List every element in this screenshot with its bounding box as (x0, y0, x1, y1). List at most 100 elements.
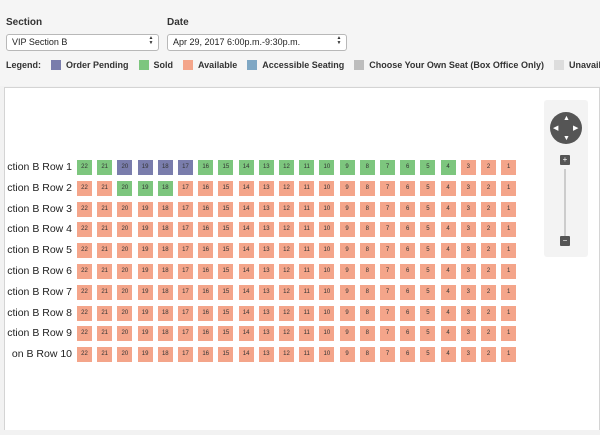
seat-available[interactable]: 5 (420, 180, 436, 196)
seat-available[interactable]: 16 (198, 347, 214, 363)
seat-available[interactable]: 14 (238, 305, 254, 321)
seat-available[interactable]: 20 (117, 326, 133, 342)
seat-available[interactable]: 4 (440, 305, 456, 321)
seat-available[interactable]: 10 (319, 305, 335, 321)
seat-available[interactable]: 12 (279, 222, 294, 238)
seat-available[interactable]: 6 (400, 326, 416, 342)
seat-available[interactable]: 3 (460, 201, 476, 217)
seat-available[interactable]: 3 (460, 347, 476, 363)
seat-available[interactable]: 19 (137, 326, 153, 342)
seat-available[interactable]: 9 (339, 305, 355, 321)
seat-available[interactable]: 9 (339, 243, 355, 259)
seat-available[interactable]: 8 (359, 284, 375, 300)
seat-available[interactable]: 10 (319, 284, 335, 300)
seat-available[interactable]: 17 (178, 284, 193, 300)
seat-available[interactable]: 13 (258, 284, 274, 300)
seat-available[interactable]: 17 (178, 180, 193, 196)
seat-available[interactable]: 13 (258, 264, 274, 279)
seat-available[interactable]: 10 (319, 201, 335, 217)
seat-available[interactable]: 7 (380, 264, 395, 279)
seat-available[interactable]: 7 (380, 201, 395, 217)
seat-available[interactable]: 8 (359, 201, 375, 217)
seat-available[interactable]: 1 (501, 243, 517, 259)
seat-available[interactable]: 16 (198, 243, 214, 259)
seat-available[interactable]: 2 (481, 243, 496, 259)
seat-available[interactable]: 3 (460, 222, 476, 238)
seat-available[interactable]: 2 (481, 160, 496, 175)
seat-map[interactable]: ▲ ▼ ◀ ▶ + − ction B Row 1 22 21 20 19 18 17 16 1… (4, 87, 600, 432)
seat-available[interactable]: 4 (440, 347, 456, 363)
seat-available[interactable]: 13 (258, 243, 274, 259)
seat-available[interactable]: 20 (117, 305, 133, 321)
seat-available[interactable]: 4 (440, 222, 456, 238)
seat-available[interactable]: 7 (380, 305, 395, 321)
seat-available[interactable]: 1 (501, 284, 517, 300)
seat-available[interactable]: 21 (97, 180, 113, 196)
seat-available[interactable]: 2 (481, 305, 496, 321)
seat-available[interactable]: 1 (501, 264, 517, 279)
seat-available[interactable]: 6 (400, 222, 416, 238)
seat-available[interactable]: 15 (218, 243, 234, 259)
seat-available[interactable]: 10 (319, 264, 335, 279)
pan-arrows-icon[interactable]: ▲ ▼ ◀ ▶ (550, 112, 582, 144)
seat-available[interactable]: 3 (460, 305, 476, 321)
seat-available[interactable]: 22 (77, 347, 92, 363)
seat-available[interactable]: 19 (137, 284, 153, 300)
seat-available[interactable]: 2 (481, 326, 496, 342)
seat-available[interactable]: 3 (460, 284, 476, 300)
seat-available[interactable]: 18 (157, 305, 173, 321)
seat-available[interactable]: 14 (238, 243, 254, 259)
seat-available[interactable]: 16 (198, 284, 214, 300)
seat-available[interactable]: 9 (339, 180, 355, 196)
seat-available[interactable]: 21 (97, 326, 113, 342)
seat-available[interactable]: 19 (137, 347, 153, 363)
seat-available[interactable]: 17 (178, 264, 193, 279)
seat-available[interactable]: 17 (178, 201, 193, 217)
seat-available[interactable]: 2 (481, 284, 496, 300)
seat-available[interactable]: 20 (117, 222, 133, 238)
seat-available[interactable]: 5 (420, 347, 436, 363)
seat-available[interactable]: 17 (178, 347, 193, 363)
seat-available[interactable]: 10 (319, 222, 335, 238)
seat-available[interactable]: 11 (299, 326, 315, 342)
seat-available[interactable]: 4 (440, 180, 456, 196)
seat-available[interactable]: 1 (501, 180, 517, 196)
seat-available[interactable]: 16 (198, 201, 214, 217)
seat-available[interactable]: 11 (299, 264, 315, 279)
seat-available[interactable]: 18 (157, 284, 173, 300)
seat-available[interactable]: 4 (440, 201, 456, 217)
seat-available[interactable]: 14 (238, 180, 254, 196)
seat-available[interactable]: 4 (440, 243, 456, 259)
seat-available[interactable]: 11 (299, 347, 315, 363)
seat-available[interactable]: 20 (117, 201, 133, 217)
seat-available[interactable]: 12 (279, 201, 294, 217)
seat-available[interactable]: 4 (440, 326, 456, 342)
seat-available[interactable]: 8 (359, 222, 375, 238)
seat-available[interactable]: 9 (339, 201, 355, 217)
seat-available[interactable]: 2 (481, 201, 496, 217)
seat-available[interactable]: 18 (157, 347, 173, 363)
seat-available[interactable]: 13 (258, 201, 274, 217)
seat-available[interactable]: 12 (279, 284, 294, 300)
seat-available[interactable]: 6 (400, 305, 416, 321)
seat-available[interactable]: 4 (440, 284, 456, 300)
seat-available[interactable]: 19 (137, 264, 153, 279)
seat-available[interactable]: 14 (238, 347, 254, 363)
seat-available[interactable]: 8 (359, 347, 375, 363)
seat-available[interactable]: 1 (501, 347, 517, 363)
seat-available[interactable]: 5 (420, 222, 436, 238)
seat-available[interactable]: 5 (420, 201, 436, 217)
seat-available[interactable]: 2 (481, 180, 496, 196)
seat-available[interactable]: 11 (299, 222, 315, 238)
seat-available[interactable]: 22 (77, 305, 92, 321)
seat-available[interactable]: 15 (218, 201, 234, 217)
seat-available[interactable]: 22 (77, 180, 92, 196)
seat-available[interactable]: 18 (157, 222, 173, 238)
seat-available[interactable]: 16 (198, 180, 214, 196)
seat-available[interactable]: 3 (460, 326, 476, 342)
seat-available[interactable]: 16 (198, 222, 214, 238)
seat-available[interactable]: 14 (238, 222, 254, 238)
seat-available[interactable]: 10 (319, 347, 335, 363)
seat-available[interactable]: 12 (279, 243, 294, 259)
seat-available[interactable]: 7 (380, 347, 395, 363)
